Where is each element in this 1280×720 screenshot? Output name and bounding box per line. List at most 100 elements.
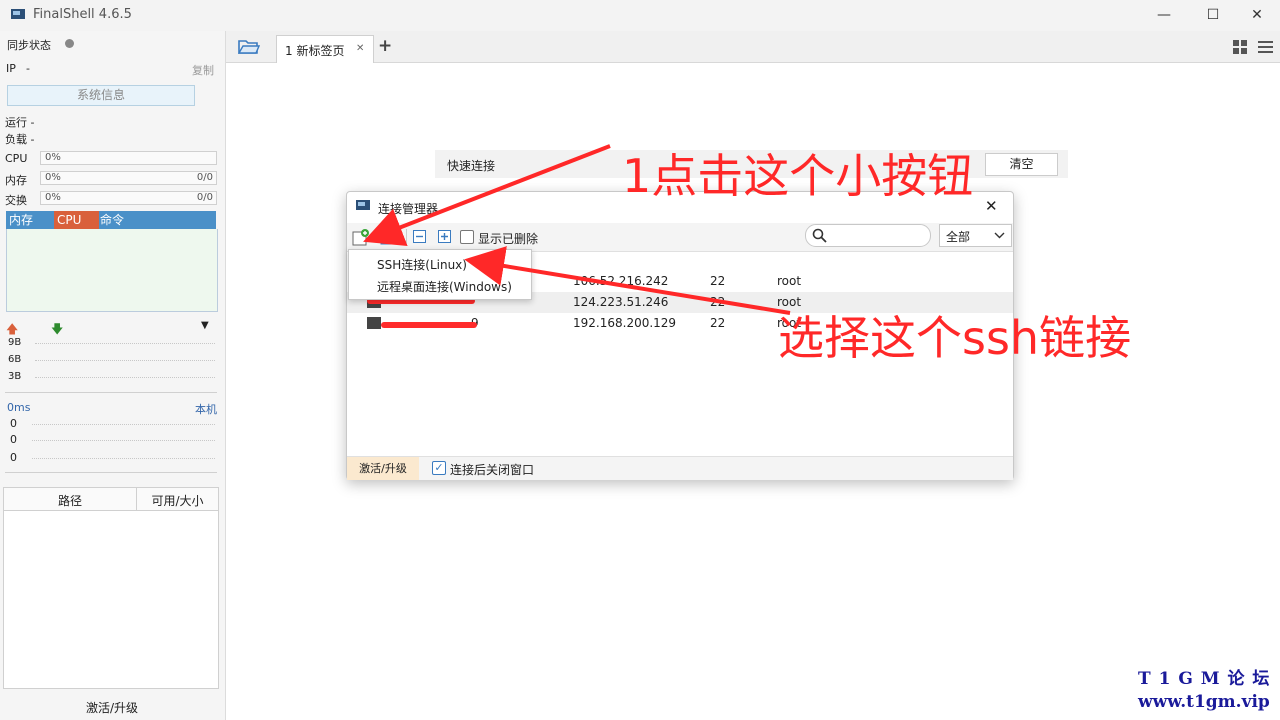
swap-label: 交换 (5, 194, 27, 207)
network-dropdown-icon[interactable]: ▼ (201, 320, 209, 331)
ping-label: 0ms (7, 401, 31, 414)
tab-command[interactable]: 命令 (98, 211, 160, 229)
left-panel: 同步状态 IP - 复制 系统信息 运行 - 负载 - CPU 0% 内存 0%… (0, 31, 226, 720)
grid-view-icon[interactable] (1233, 40, 1248, 54)
menu-item-label: SSH连接(Linux) (377, 258, 467, 272)
quick-connect-label: 快速连接 (447, 159, 496, 173)
memory-value: 0% (45, 172, 61, 183)
ping-tick: 0 (10, 451, 17, 464)
search-input[interactable] (805, 224, 931, 247)
net-tick: 6B (8, 354, 22, 365)
tab-memory[interactable]: 内存 (6, 211, 57, 229)
memory-meter: 0% 0/0 (40, 171, 217, 185)
sync-status-label: 同步状态 (7, 39, 51, 52)
new-connection-icon[interactable] (352, 228, 370, 246)
dialog-activate-button[interactable]: 激活/升级 (347, 457, 419, 480)
menu-item-rdp-windows[interactable]: 远程桌面连接(Windows) (349, 274, 531, 296)
annotation-step-1: 1点击这个小按钮 (622, 149, 974, 203)
download-arrow-icon: 🡇 (51, 322, 64, 336)
copy-ip-button[interactable]: 复制 (192, 62, 214, 78)
gridline (32, 424, 215, 425)
show-deleted-label: 显示已删除 (478, 232, 539, 246)
chevron-down-icon (994, 232, 1005, 239)
tab-close-icon[interactable]: ✕ (356, 43, 364, 54)
filter-select[interactable]: 全部 (939, 224, 1012, 247)
row-port: 22 (710, 274, 726, 288)
watermark: T 1 G M 论 坛 www.t1gm.vip (1138, 664, 1270, 712)
gridline (32, 440, 215, 441)
sync-status-dot-icon (65, 39, 74, 48)
gridline (35, 360, 215, 361)
dialog-status-bar: 激活/升级 ✓ 连接后关闭窗口 (347, 456, 1013, 480)
activate-upgrade-link[interactable]: 激活/升级 (86, 699, 138, 716)
search-icon (812, 228, 827, 243)
tab-bar: 1 新标签页 ✕ + (226, 31, 1280, 63)
disk-path-header[interactable]: 路径 (4, 492, 136, 509)
menu-icon[interactable] (1258, 40, 1273, 54)
ping-local-button[interactable]: 本机 (195, 401, 217, 417)
cpu-meter: 0% (40, 151, 217, 165)
redaction-mark (381, 322, 477, 328)
ip-value: - (26, 62, 30, 75)
maximize-button[interactable]: ☐ (1190, 0, 1236, 31)
divider (5, 472, 217, 473)
uptime-label: 运行 - (5, 116, 35, 129)
gridline (35, 377, 215, 378)
collapse-all-icon[interactable] (413, 230, 426, 243)
dialog-close-icon[interactable]: ✕ (985, 197, 998, 215)
tab-label: 1 新标签页 (285, 44, 345, 58)
new-connection-menu: SSH连接(Linux) 远程桌面连接(Windows) (348, 249, 532, 300)
row-port: 22 (710, 295, 726, 309)
row-port: 22 (710, 316, 726, 330)
net-tick: 9B (8, 337, 22, 348)
gridline (35, 343, 215, 344)
net-tick: 3B (8, 371, 22, 382)
divider (5, 392, 217, 393)
memory-ratio: 0/0 (196, 172, 213, 183)
filter-value: 全部 (946, 230, 971, 244)
window-title: FinalShell 4.6.5 (33, 7, 132, 22)
title-bar: FinalShell 4.6.5 — ☐ ✕ (0, 0, 1280, 31)
add-tab-button[interactable]: + (378, 36, 392, 56)
minimize-button[interactable]: — (1141, 0, 1187, 31)
gridline (32, 458, 215, 459)
finalshell-logo-icon (11, 9, 25, 19)
watermark-line-1: T 1 G M 论 坛 (1138, 669, 1271, 689)
annotation-step-2: 选择这个ssh链接 (778, 311, 1132, 365)
disk-table: 路径 可用/大小 (3, 487, 219, 689)
ping-tick: 0 (10, 417, 17, 430)
folder-icon[interactable] (238, 38, 260, 56)
ip-label: IP (6, 62, 16, 75)
row-ip: 106.52.216.242 (573, 274, 669, 288)
connection-manager-icon (356, 200, 370, 210)
row-ip: 192.168.200.129 (573, 316, 677, 330)
disk-table-header: 路径 可用/大小 (4, 488, 218, 511)
swap-value: 0% (45, 192, 61, 203)
dialog-title: 连接管理器 (378, 202, 439, 216)
disk-size-header[interactable]: 可用/大小 (137, 492, 218, 509)
menu-item-ssh-linux[interactable]: SSH连接(Linux) (349, 252, 531, 274)
tab-new-tab[interactable]: 1 新标签页 ✕ (276, 35, 374, 63)
watermark-line-2: www.t1gm.vip (1138, 692, 1270, 712)
new-folder-icon[interactable] (380, 228, 398, 246)
menu-item-label: 远程桌面连接(Windows) (377, 280, 512, 294)
process-list (6, 229, 218, 312)
system-info-button[interactable]: 系统信息 (7, 85, 195, 106)
expand-all-icon[interactable] (438, 230, 451, 243)
dialog-toolbar: 显示已删除 全部 (347, 223, 1013, 252)
close-button[interactable]: ✕ (1234, 0, 1280, 31)
process-tabs: 内存 CPU 命令 (6, 211, 216, 229)
tab-cpu[interactable]: CPU (54, 211, 99, 229)
divider (406, 229, 407, 245)
show-deleted-checkbox[interactable] (460, 230, 474, 244)
close-after-connect-checkbox[interactable]: ✓ (432, 461, 446, 475)
clear-button[interactable]: 清空 (985, 153, 1058, 176)
close-after-connect-label: 连接后关闭窗口 (450, 463, 535, 477)
swap-ratio: 0/0 (196, 192, 213, 203)
cpu-value: 0% (45, 152, 61, 163)
row-user: root (777, 274, 802, 288)
row-ip: 124.223.51.246 (573, 295, 669, 309)
load-label: 负载 - (5, 133, 35, 146)
memory-label: 内存 (5, 174, 27, 187)
cpu-label: CPU (5, 152, 28, 165)
